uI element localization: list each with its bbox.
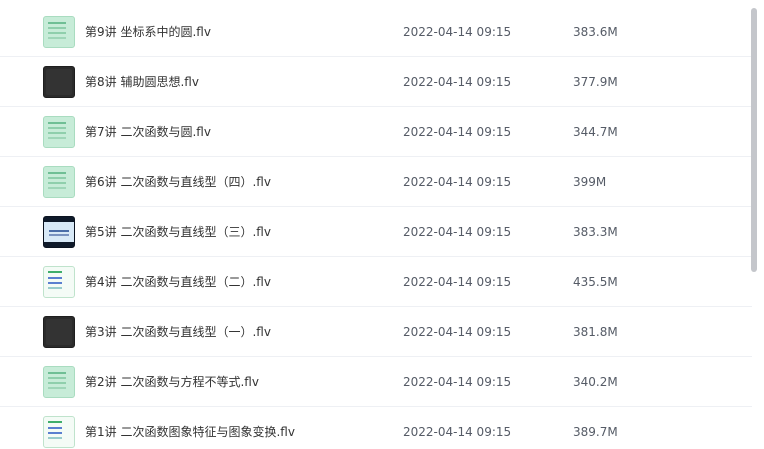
file-name[interactable]: 第3讲 二次函数与直线型（一）.flv (85, 307, 271, 357)
video-thumbnail (43, 216, 75, 248)
vertical-scrollbar[interactable] (751, 0, 758, 449)
file-row[interactable]: 第2讲 二次函数与方程不等式.flv 2022-04-14 09:15 340.… (0, 357, 752, 407)
file-list: 第9讲 坐标系中的圆.flv 2022-04-14 09:15 383.6M 第… (0, 0, 752, 449)
file-name[interactable]: 第6讲 二次函数与直线型（四）.flv (85, 157, 271, 207)
file-row[interactable]: 第9讲 坐标系中的圆.flv 2022-04-14 09:15 383.6M (0, 7, 752, 57)
file-date: 2022-04-14 09:15 (403, 75, 512, 89)
file-name[interactable]: 第9讲 坐标系中的圆.flv (85, 7, 211, 57)
file-row[interactable]: 第8讲 辅助圆思想.flv 2022-04-14 09:15 377.9M (0, 57, 752, 107)
file-name[interactable]: 第8讲 辅助圆思想.flv (85, 57, 199, 107)
video-thumbnail (43, 16, 75, 48)
file-row[interactable]: 第1讲 二次函数图象特征与图象变换.flv 2022-04-14 09:15 3… (0, 407, 752, 449)
file-row[interactable]: 第3讲 二次函数与直线型（一）.flv 2022-04-14 09:15 381… (0, 307, 752, 357)
file-row[interactable]: 第4讲 二次函数与直线型（二）.flv 2022-04-14 09:15 435… (0, 257, 752, 307)
file-row[interactable]: 第6讲 二次函数与直线型（四）.flv 2022-04-14 09:15 399… (0, 157, 752, 207)
file-date: 2022-04-14 09:15 (403, 375, 512, 389)
file-name[interactable]: 第2讲 二次函数与方程不等式.flv (85, 357, 259, 407)
file-name[interactable]: 第7讲 二次函数与圆.flv (85, 107, 211, 157)
file-name[interactable]: 第5讲 二次函数与直线型（三）.flv (85, 207, 271, 257)
file-name[interactable]: 第4讲 二次函数与直线型（二）.flv (85, 257, 271, 307)
file-date: 2022-04-14 09:15 (403, 125, 512, 139)
file-date: 2022-04-14 09:15 (403, 325, 512, 339)
file-name[interactable]: 第1讲 二次函数图象特征与图象变换.flv (85, 407, 295, 449)
file-size: 344.7M (573, 125, 618, 139)
file-date: 2022-04-14 09:15 (403, 275, 512, 289)
file-date: 2022-04-14 09:15 (403, 225, 512, 239)
file-size: 381.8M (573, 325, 618, 339)
scrollbar-thumb[interactable] (751, 8, 757, 272)
file-size: 383.3M (573, 225, 618, 239)
file-size: 399M (573, 175, 607, 189)
file-date: 2022-04-14 09:15 (403, 425, 512, 439)
file-size: 383.6M (573, 25, 618, 39)
video-thumbnail (43, 366, 75, 398)
video-thumbnail (43, 316, 75, 348)
video-thumbnail (43, 116, 75, 148)
video-thumbnail (43, 416, 75, 448)
video-thumbnail (43, 266, 75, 298)
file-size: 340.2M (573, 375, 618, 389)
file-date: 2022-04-14 09:15 (403, 25, 512, 39)
file-size: 435.5M (573, 275, 618, 289)
file-date: 2022-04-14 09:15 (403, 175, 512, 189)
file-size: 389.7M (573, 425, 618, 439)
file-row[interactable]: 第7讲 二次函数与圆.flv 2022-04-14 09:15 344.7M (0, 107, 752, 157)
file-row[interactable]: 第5讲 二次函数与直线型（三）.flv 2022-04-14 09:15 383… (0, 207, 752, 257)
video-thumbnail (43, 66, 75, 98)
video-thumbnail (43, 166, 75, 198)
file-size: 377.9M (573, 75, 618, 89)
